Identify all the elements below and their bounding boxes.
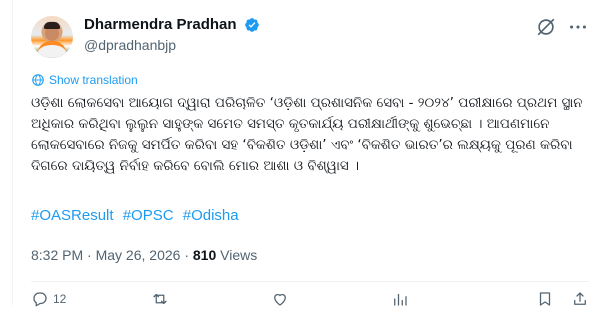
like-icon: [274, 293, 286, 306]
globe-icon: [32, 74, 44, 86]
post-header: Dharmendra Pradhan @dpradhanbjp: [31, 10, 600, 58]
post-time[interactable]: 8:32 PM: [31, 247, 83, 263]
share-icon: [574, 292, 586, 305]
hashtag-list: #OASResult #OPSC #Odisha: [31, 206, 244, 226]
hashtag-link[interactable]: #OASResult: [31, 207, 114, 224]
avatar-hair-shape: [44, 22, 60, 29]
like-button[interactable]: [271, 290, 289, 308]
views-button[interactable]: [391, 290, 409, 308]
more-icon[interactable]: [567, 16, 589, 38]
bookmark-button[interactable]: [536, 290, 554, 308]
grok-icon[interactable]: [535, 16, 557, 38]
more-dots-icon: [570, 25, 586, 29]
reply-icon: [33, 292, 47, 307]
hashtag-link[interactable]: #Odisha: [183, 207, 239, 224]
reply-count: 12: [53, 292, 67, 306]
post-text: ଓଡ଼ିଶା ଲୋକସେବା ଆୟୋଗ ଦ୍ୱାରା ପରିଚାଳିତ ‘ଓଡ଼…: [31, 95, 583, 174]
hashtag-link[interactable]: #OPSC: [123, 207, 174, 224]
show-translation-link[interactable]: Show translation: [31, 72, 138, 88]
avatar[interactable]: [31, 16, 73, 58]
views-count: 810: [192, 247, 217, 263]
author-handle[interactable]: @dpradhanbjp: [84, 35, 260, 55]
meta-separator: ·: [184, 247, 189, 263]
views-label: Views: [220, 247, 258, 263]
author-block: Dharmendra Pradhan @dpradhanbjp: [84, 15, 260, 55]
avatar-body-shape: [37, 41, 67, 58]
share-button[interactable]: [571, 290, 589, 308]
verified-badge-icon: [245, 18, 259, 32]
retweet-button[interactable]: [151, 290, 169, 308]
views-icon: [394, 293, 407, 306]
divider: [31, 281, 589, 282]
meta-separator: ·: [87, 247, 92, 263]
author-display-name[interactable]: Dharmendra Pradhan: [84, 15, 237, 35]
action-bar: 12: [31, 290, 589, 310]
reply-button[interactable]: 12: [31, 290, 66, 308]
post-card: Dharmendra Pradhan @dpradhanbjp Show tra…: [12, 0, 600, 307]
post-date[interactable]: May 26, 2026: [96, 247, 181, 263]
bookmark-icon: [539, 292, 551, 306]
retweet-icon: [153, 293, 167, 305]
post-meta: 8:32 PM · May 26, 2026 · 810 Views: [31, 245, 257, 265]
show-translation-label: Show translation: [49, 73, 138, 87]
